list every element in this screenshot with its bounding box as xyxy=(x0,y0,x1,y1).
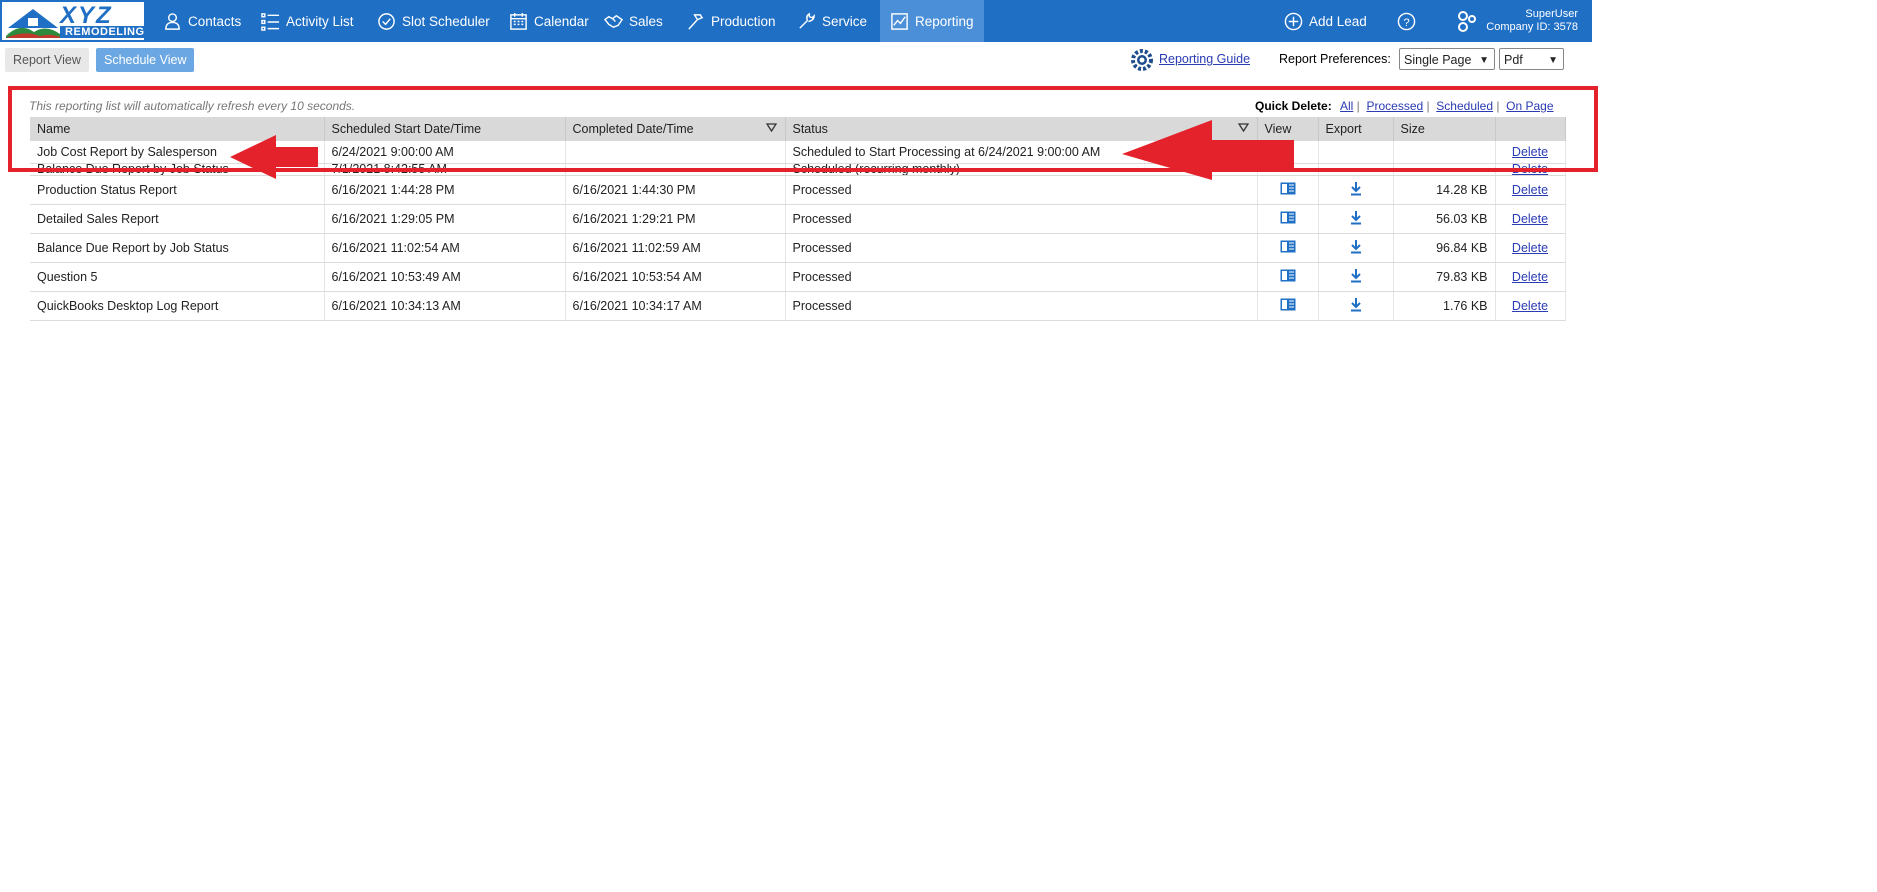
table-row[interactable]: Detailed Sales Report 6/16/2021 1:29:05 … xyxy=(30,204,1566,234)
download-icon[interactable] xyxy=(1350,297,1362,312)
row-size: 79.83 KB xyxy=(1393,262,1496,292)
row-status: Scheduled to Start Processing at 6/24/20… xyxy=(785,141,1258,164)
row-size xyxy=(1393,141,1496,164)
report-schedule-table: Name Scheduled Start Date/Time Completed… xyxy=(30,117,1566,321)
row-status: Scheduled (recurring monthly) xyxy=(785,163,1258,176)
view-report-icon[interactable] xyxy=(1280,182,1296,195)
row-name: Detailed Sales Report xyxy=(30,204,325,234)
row-start: 6/16/2021 10:53:49 AM xyxy=(324,262,566,292)
col-export: Export xyxy=(1318,117,1394,141)
download-icon[interactable] xyxy=(1350,239,1362,254)
row-name: QuickBooks Desktop Log Report xyxy=(30,291,325,321)
filter-icon[interactable] xyxy=(765,123,777,133)
row-completed: 6/16/2021 1:29:21 PM xyxy=(565,204,786,234)
download-icon[interactable] xyxy=(1350,210,1362,225)
row-status: Processed xyxy=(785,233,1258,263)
row-status: Processed xyxy=(785,175,1258,205)
col-status[interactable]: Status xyxy=(785,117,1258,141)
col-completed[interactable]: Completed Date/Time xyxy=(565,117,786,141)
row-name: Question 5 xyxy=(30,262,325,292)
table-row[interactable]: QuickBooks Desktop Log Report 6/16/2021 … xyxy=(30,291,1566,321)
row-status: Processed xyxy=(785,291,1258,321)
row-status: Processed xyxy=(785,262,1258,292)
row-completed: 6/16/2021 10:53:54 AM xyxy=(565,262,786,292)
row-name: Balance Due Report by Job Status xyxy=(30,163,325,176)
table-row[interactable]: Question 5 6/16/2021 10:53:49 AM 6/16/20… xyxy=(30,262,1566,292)
row-name: Production Status Report xyxy=(30,175,325,205)
table-row[interactable]: Job Cost Report by Salesperson 6/24/2021… xyxy=(30,141,1566,164)
delete-link[interactable]: Delete xyxy=(1512,164,1548,175)
row-size: 96.84 KB xyxy=(1393,233,1496,263)
row-start: 6/16/2021 10:34:13 AM xyxy=(324,291,566,321)
row-export xyxy=(1318,141,1394,164)
row-view xyxy=(1257,291,1319,321)
row-completed xyxy=(565,141,786,164)
view-report-icon[interactable] xyxy=(1280,269,1296,282)
row-start: 6/16/2021 1:44:28 PM xyxy=(324,175,566,205)
col-size: Size xyxy=(1393,117,1496,141)
col-start[interactable]: Scheduled Start Date/Time xyxy=(324,117,566,141)
row-view xyxy=(1257,262,1319,292)
app-window: XYZ REMODELING Contacts Activity List Sl… xyxy=(0,0,1592,322)
row-completed: 6/16/2021 10:34:17 AM xyxy=(565,291,786,321)
row-view xyxy=(1257,204,1319,234)
table-header: Name Scheduled Start Date/Time Completed… xyxy=(30,117,1566,141)
row-start: 7/1/2021 8:42:55 AM xyxy=(324,163,566,176)
row-export xyxy=(1318,175,1394,205)
row-start: 6/16/2021 11:02:54 AM xyxy=(324,233,566,263)
col-name[interactable]: Name xyxy=(30,117,325,141)
table-row[interactable]: Balance Due Report by Job Status 7/1/202… xyxy=(30,163,1566,176)
delete-link[interactable]: Delete xyxy=(1512,183,1548,197)
delete-link[interactable]: Delete xyxy=(1512,299,1548,313)
row-view xyxy=(1257,163,1319,176)
row-name: Balance Due Report by Job Status xyxy=(30,233,325,263)
row-completed xyxy=(565,163,786,176)
col-delete xyxy=(1495,117,1566,141)
delete-link[interactable]: Delete xyxy=(1512,270,1548,284)
row-start: 6/16/2021 1:29:05 PM xyxy=(324,204,566,234)
row-export xyxy=(1318,233,1394,263)
filter-icon[interactable] xyxy=(1237,123,1249,133)
row-completed: 6/16/2021 11:02:59 AM xyxy=(565,233,786,263)
download-icon[interactable] xyxy=(1350,268,1362,283)
row-view xyxy=(1257,141,1319,164)
delete-link[interactable]: Delete xyxy=(1512,241,1548,255)
row-view xyxy=(1257,233,1319,263)
view-report-icon[interactable] xyxy=(1280,298,1296,311)
row-start: 6/24/2021 9:00:00 AM xyxy=(324,141,566,164)
row-status: Processed xyxy=(785,204,1258,234)
col-view: View xyxy=(1257,117,1319,141)
table-row[interactable]: Balance Due Report by Job Status 6/16/20… xyxy=(30,233,1566,263)
row-export xyxy=(1318,291,1394,321)
row-size xyxy=(1393,163,1496,176)
delete-link[interactable]: Delete xyxy=(1512,212,1548,226)
row-export xyxy=(1318,262,1394,292)
view-report-icon[interactable] xyxy=(1280,240,1296,253)
row-name: Job Cost Report by Salesperson xyxy=(30,141,325,164)
table-row[interactable]: Production Status Report 6/16/2021 1:44:… xyxy=(30,175,1566,205)
row-completed: 6/16/2021 1:44:30 PM xyxy=(565,175,786,205)
delete-link[interactable]: Delete xyxy=(1512,145,1548,159)
view-report-icon[interactable] xyxy=(1280,211,1296,224)
row-size: 56.03 KB xyxy=(1393,204,1496,234)
row-size: 1.76 KB xyxy=(1393,291,1496,321)
download-icon[interactable] xyxy=(1350,181,1362,196)
row-size: 14.28 KB xyxy=(1393,175,1496,205)
row-export xyxy=(1318,163,1394,176)
row-export xyxy=(1318,204,1394,234)
row-view xyxy=(1257,175,1319,205)
